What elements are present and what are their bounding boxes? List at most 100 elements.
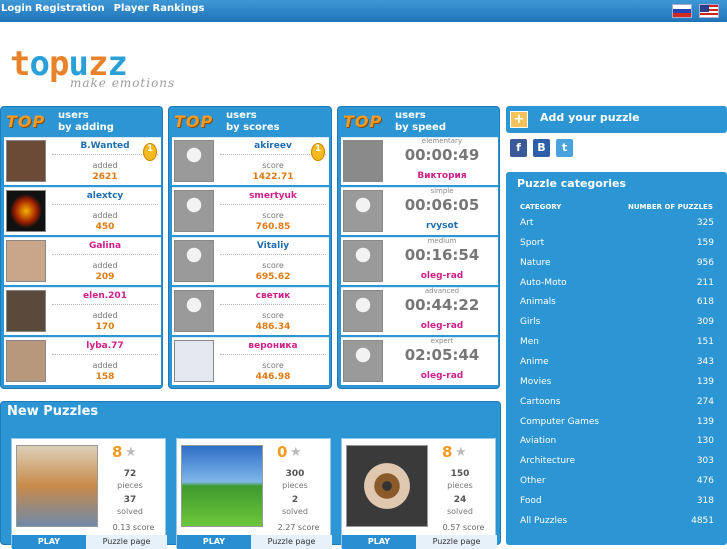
twitter-icon[interactable]: t: [556, 139, 573, 157]
avatar[interactable]: [343, 290, 383, 332]
puzzle-thumbnail[interactable]: [16, 445, 98, 527]
puzzle-page-link[interactable]: Puzzle page: [416, 535, 497, 549]
category-row[interactable]: Movies 139: [520, 377, 714, 395]
list-item[interactable]: lyba.77 added 158: [4, 337, 161, 385]
login-link[interactable]: Login: [1, 3, 32, 14]
puzzle-thumbnail[interactable]: [346, 445, 428, 527]
category-row[interactable]: Sport 159: [520, 238, 714, 256]
user-name[interactable]: oleg-rad: [389, 321, 495, 331]
user-name[interactable]: Виктория: [389, 171, 495, 181]
list-item[interactable]: alextcy added 450: [4, 187, 161, 235]
category-row[interactable]: Anime 343: [520, 357, 714, 375]
user-name[interactable]: B.Wanted: [52, 141, 158, 151]
puzzle-page-link[interactable]: Puzzle page: [86, 535, 167, 549]
category-name[interactable]: Aviation: [520, 436, 556, 454]
list-item[interactable]: smertyuk score 760.85: [172, 187, 329, 235]
category-row[interactable]: Cartoons 274: [520, 397, 714, 415]
user-name[interactable]: oleg-rad: [389, 371, 495, 381]
add-puzzle-button[interactable]: + Add your puzzle: [506, 106, 727, 133]
avatar[interactable]: [6, 140, 46, 182]
category-name[interactable]: All Puzzles: [520, 516, 567, 534]
category-row[interactable]: Art 325: [520, 218, 714, 236]
category-row[interactable]: Men 151: [520, 337, 714, 355]
category-row[interactable]: All Puzzles 4851: [520, 516, 714, 534]
list-item[interactable]: simple 00:06:05 rvysot: [341, 187, 498, 235]
avatar[interactable]: [343, 190, 383, 232]
avatar[interactable]: [6, 290, 46, 332]
list-item[interactable]: elen.201 added 170: [4, 287, 161, 335]
play-button[interactable]: PLAY: [342, 535, 416, 549]
play-button[interactable]: PLAY: [12, 535, 86, 549]
site-logo[interactable]: topuzz make emotions: [10, 47, 180, 92]
category-name[interactable]: Sport: [520, 238, 544, 256]
avatar[interactable]: [343, 240, 383, 282]
category-row[interactable]: Food 318: [520, 496, 714, 514]
user-name[interactable]: rvysot: [389, 221, 495, 231]
row-label: added: [92, 261, 118, 270]
puzzle-thumbnail[interactable]: [181, 445, 263, 527]
category-row[interactable]: Architecture 303: [520, 456, 714, 474]
category-name[interactable]: Architecture: [520, 456, 575, 474]
list-item[interactable]: elementary 00:00:49 Виктория: [341, 137, 498, 185]
category-name[interactable]: Animals: [520, 297, 556, 315]
user-name[interactable]: alextcy: [52, 191, 158, 201]
list-item[interactable]: advanced 00:44:22 oleg-rad: [341, 287, 498, 335]
list-item[interactable]: B.Wanted 1 added 2621: [4, 137, 161, 185]
category-row[interactable]: Animals 618: [520, 297, 714, 315]
avatar[interactable]: [174, 140, 214, 182]
avatar[interactable]: [174, 340, 214, 382]
user-name[interactable]: oleg-rad: [389, 271, 495, 281]
user-name[interactable]: smertyuk: [220, 191, 326, 201]
rankings-link[interactable]: Player Rankings: [114, 3, 205, 14]
list-item[interactable]: Vitaliy score 695.62: [172, 237, 329, 285]
avatar[interactable]: [6, 340, 46, 382]
category-name[interactable]: Cartoons: [520, 397, 560, 415]
puzzle-page-link[interactable]: Puzzle page: [251, 535, 332, 549]
puzzle-card: 0 ★ 300 pieces 2 solved 2.27 score PLAY P…: [176, 438, 332, 549]
list-item[interactable]: akireev 1 score 1422.71: [172, 137, 329, 185]
avatar[interactable]: [174, 190, 214, 232]
user-name[interactable]: светик: [220, 291, 326, 301]
category-row[interactable]: Girls 309: [520, 317, 714, 335]
list-item[interactable]: светик score 486.34: [172, 287, 329, 335]
user-name[interactable]: Galina: [52, 241, 158, 251]
user-name[interactable]: вероника: [220, 341, 326, 351]
user-name[interactable]: elen.201: [52, 291, 158, 301]
category-count: 303: [696, 456, 714, 467]
category-name[interactable]: Computer Games: [520, 417, 599, 435]
avatar[interactable]: [343, 340, 383, 382]
category-name[interactable]: Movies: [520, 377, 551, 395]
category-name[interactable]: Men: [520, 337, 539, 355]
user-name[interactable]: Vitaliy: [220, 241, 326, 251]
russian-flag-icon[interactable]: [672, 4, 692, 18]
category-name[interactable]: Food: [520, 496, 542, 514]
avatar[interactable]: [174, 240, 214, 282]
avatar[interactable]: [6, 190, 46, 232]
list-item[interactable]: Galina added 209: [4, 237, 161, 285]
star-icon: ★: [455, 445, 467, 460]
avatar[interactable]: [343, 140, 383, 182]
list-item[interactable]: expert 02:05:44 oleg-rad: [341, 337, 498, 385]
category-row[interactable]: Other 476: [520, 476, 714, 494]
category-row[interactable]: Aviation 130: [520, 436, 714, 454]
play-button[interactable]: PLAY: [177, 535, 251, 549]
category-row[interactable]: Auto-Moto 211: [520, 278, 714, 296]
category-name[interactable]: Anime: [520, 357, 549, 375]
registration-link[interactable]: Registration: [35, 3, 105, 14]
category-row[interactable]: Nature 956: [520, 258, 714, 276]
us-flag-icon[interactable]: [699, 4, 719, 18]
blogger-icon[interactable]: B: [533, 139, 550, 157]
avatar[interactable]: [6, 240, 46, 282]
list-item[interactable]: medium 00:16:54 oleg-rad: [341, 237, 498, 285]
category-name[interactable]: Nature: [520, 258, 551, 276]
category-name[interactable]: Auto-Moto: [520, 278, 567, 296]
category-row[interactable]: Computer Games 139: [520, 417, 714, 435]
list-item[interactable]: вероника score 446.98: [172, 337, 329, 385]
category-name[interactable]: Girls: [520, 317, 540, 335]
category-name[interactable]: Art: [520, 218, 533, 236]
user-name[interactable]: akireev: [220, 141, 326, 151]
facebook-icon[interactable]: f: [510, 139, 527, 157]
avatar[interactable]: [174, 290, 214, 332]
category-name[interactable]: Other: [520, 476, 546, 494]
user-name[interactable]: lyba.77: [52, 341, 158, 351]
